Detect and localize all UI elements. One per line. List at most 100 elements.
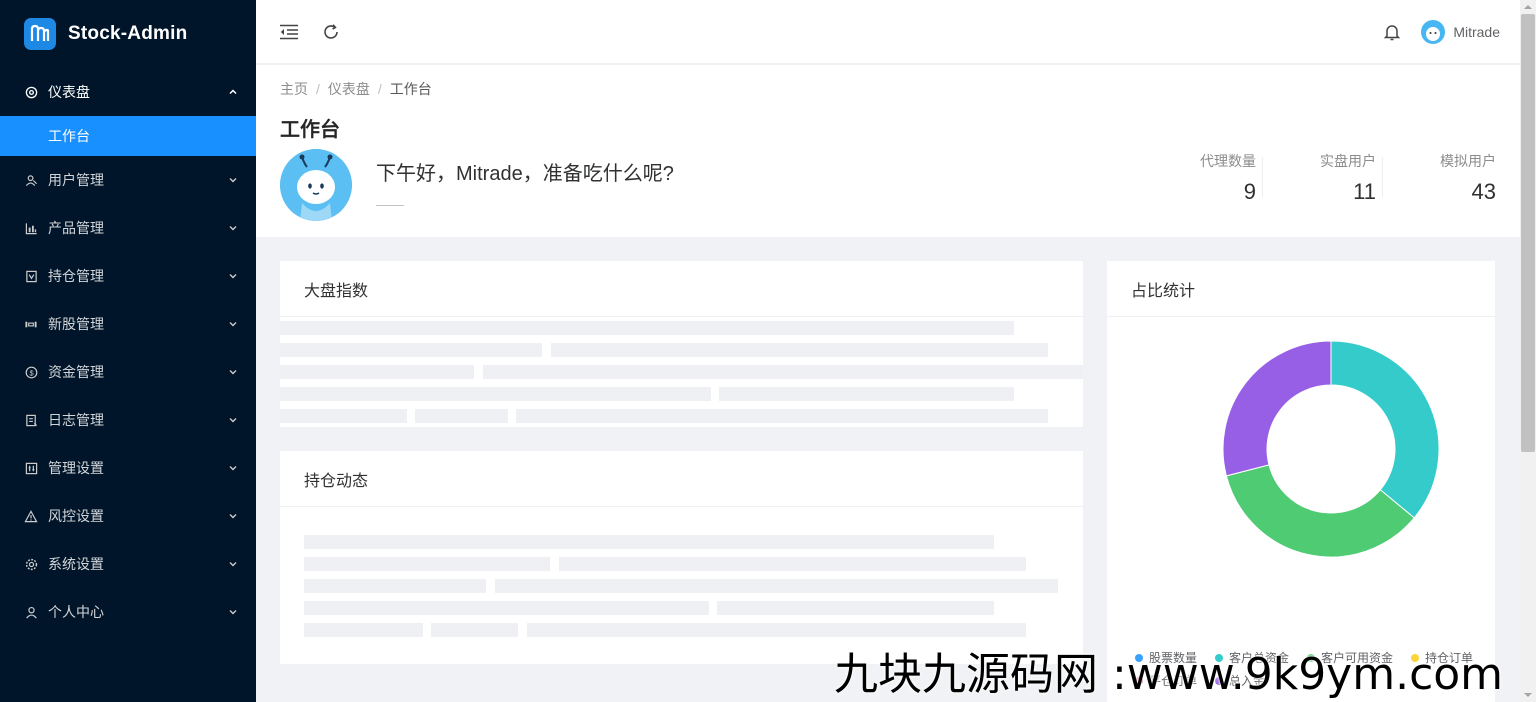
sidebar-subitem-label: 工作台 (48, 128, 90, 144)
card-title: 持仓动态 (280, 451, 1083, 507)
chevron-down-icon (228, 319, 238, 329)
sidebar-item-label: 系统设置 (48, 556, 104, 572)
position-icon (24, 269, 38, 283)
skeleton-line (280, 321, 1014, 335)
chevron-down-icon (228, 415, 238, 425)
skeleton-line (280, 343, 542, 357)
skeleton-line (516, 409, 1048, 423)
log-icon (24, 413, 38, 427)
skeleton-line (527, 623, 1026, 637)
sidebar-item-positions[interactable]: 持仓管理 (0, 252, 256, 300)
divider (1262, 157, 1263, 197)
breadcrumb-item-home[interactable]: 主页 (280, 79, 308, 99)
chevron-down-icon (228, 463, 238, 473)
donut-chart (1222, 340, 1440, 558)
skeleton-line (551, 343, 1048, 357)
welcome-row: 下午好，Mitrade，准备吃什么呢? —— 代理数量 9 实盘用户 11 模拟… (280, 149, 1496, 221)
sidebar-item-label: 个人中心 (48, 604, 104, 620)
sidebar-item-label: 资金管理 (48, 364, 104, 380)
pie-slice[interactable] (1330, 340, 1440, 519)
sidebar-item-admin-settings[interactable]: 管理设置 (0, 444, 256, 492)
card-title: 占比统计 (1107, 261, 1495, 317)
stats-panel: 代理数量 9 实盘用户 11 模拟用户 43 (1136, 149, 1496, 205)
scrollbar-thumb[interactable] (1521, 14, 1535, 452)
chevron-down-icon (228, 175, 238, 185)
ipo-icon (24, 317, 38, 331)
skeleton-line (304, 579, 486, 593)
sidebar-item-dashboard[interactable]: 仪表盘 (0, 68, 256, 116)
breadcrumb-item-dashboard[interactable]: 仪表盘 (328, 79, 370, 99)
sidebar-item-products[interactable]: 产品管理 (0, 204, 256, 252)
greeting-text: 下午好，Mitrade，准备吃什么呢? (376, 163, 674, 185)
menu-fold-icon[interactable] (278, 21, 300, 43)
stat-value: 11 (1353, 179, 1376, 204)
user-name[interactable]: Mitrade (1453, 24, 1500, 40)
watermark-text: 九块九源码网 :www.9k9ym.com (834, 649, 1504, 700)
sidebar-item-ipo[interactable]: 新股管理 (0, 300, 256, 348)
chevron-up-icon (228, 87, 238, 97)
svg-text:$: $ (29, 368, 33, 377)
page-header: 主页 / 仪表盘 / 工作台 工作台 下午好，Mitrade，准备吃什么呢? —… (256, 65, 1520, 237)
sidebar-item-label: 产品管理 (48, 220, 104, 236)
card-title: 大盘指数 (280, 261, 1083, 317)
stat-value: 9 (1243, 179, 1256, 204)
skeleton-line (280, 387, 711, 401)
sidebar-subitem-workbench[interactable]: 工作台 (0, 116, 256, 156)
skeleton-line (495, 579, 1058, 593)
stat-demo-users: 模拟用户 43 (1376, 149, 1496, 205)
sidebar-item-label: 仪表盘 (48, 84, 90, 100)
dashboard-icon (24, 85, 38, 99)
stat-live-users: 实盘用户 11 (1256, 149, 1376, 205)
sidebar-item-label: 新股管理 (48, 316, 104, 332)
page-title: 工作台 (280, 119, 340, 141)
chevron-down-icon (228, 223, 238, 233)
divider (1382, 157, 1383, 197)
chart-icon (24, 221, 38, 235)
sidebar-item-funds[interactable]: $ 资金管理 (0, 348, 256, 396)
app-name: Stock-Admin (68, 23, 188, 44)
scroll-up-arrow-icon[interactable] (1524, 3, 1532, 11)
skeleton-line (304, 557, 550, 571)
logo[interactable]: Stock-Admin (0, 0, 256, 68)
bell-icon[interactable] (1381, 21, 1403, 43)
scroll-down-arrow-icon[interactable] (1524, 691, 1532, 699)
sidebar-item-logs[interactable]: 日志管理 (0, 396, 256, 444)
stat-title: 实盘用户 (1320, 153, 1376, 169)
stat-title: 模拟用户 (1440, 153, 1496, 169)
stat-agents: 代理数量 9 (1136, 149, 1256, 205)
sidebar-item-label: 用户管理 (48, 172, 104, 188)
avatar[interactable] (1421, 19, 1446, 44)
top-header: Mitrade (256, 0, 1520, 64)
breadcrumb-item-current: 工作台 (389, 81, 432, 97)
user-icon (24, 605, 38, 619)
pie-slice[interactable] (1222, 340, 1332, 477)
skeleton-line (304, 535, 994, 549)
stat-value: 43 (1471, 179, 1496, 204)
skeleton-line (719, 387, 1014, 401)
warning-icon (24, 509, 38, 523)
sidebar-item-profile[interactable]: 个人中心 (0, 588, 256, 636)
breadcrumb-separator: / (377, 81, 382, 97)
sidebar-item-risk-settings[interactable]: 风控设置 (0, 492, 256, 540)
pie-slice[interactable] (1225, 464, 1415, 558)
skeleton-line (304, 623, 423, 637)
skeleton-line (717, 601, 994, 615)
skeleton-line (280, 409, 407, 423)
refresh-icon[interactable] (320, 21, 342, 43)
chevron-down-icon (228, 367, 238, 377)
sidebar-menu: 仪表盘 工作台 用户管理 产品管理 持仓管理 新股管理 $ 资金管理 日志管理 … (0, 68, 256, 636)
sidebar-item-label: 日志管理 (48, 412, 104, 428)
sidebar-item-system-settings[interactable]: 系统设置 (0, 540, 256, 588)
sidebar-item-label: 持仓管理 (48, 268, 104, 284)
admin-settings-icon (24, 461, 38, 475)
users-icon (24, 173, 38, 187)
ratio-card: 占比统计 股票数量 客户总资金 客户可用资金 持仓订单 平仓订单 总入金 (1107, 261, 1495, 702)
chevron-down-icon (228, 271, 238, 281)
logo-icon (24, 18, 56, 50)
dollar-icon: $ (24, 365, 38, 379)
greeting-subtext: —— (376, 196, 404, 212)
chevron-down-icon (228, 607, 238, 617)
breadcrumb-separator: / (316, 81, 320, 97)
positions-card: 持仓动态 (280, 451, 1083, 664)
sidebar-item-users[interactable]: 用户管理 (0, 156, 256, 204)
